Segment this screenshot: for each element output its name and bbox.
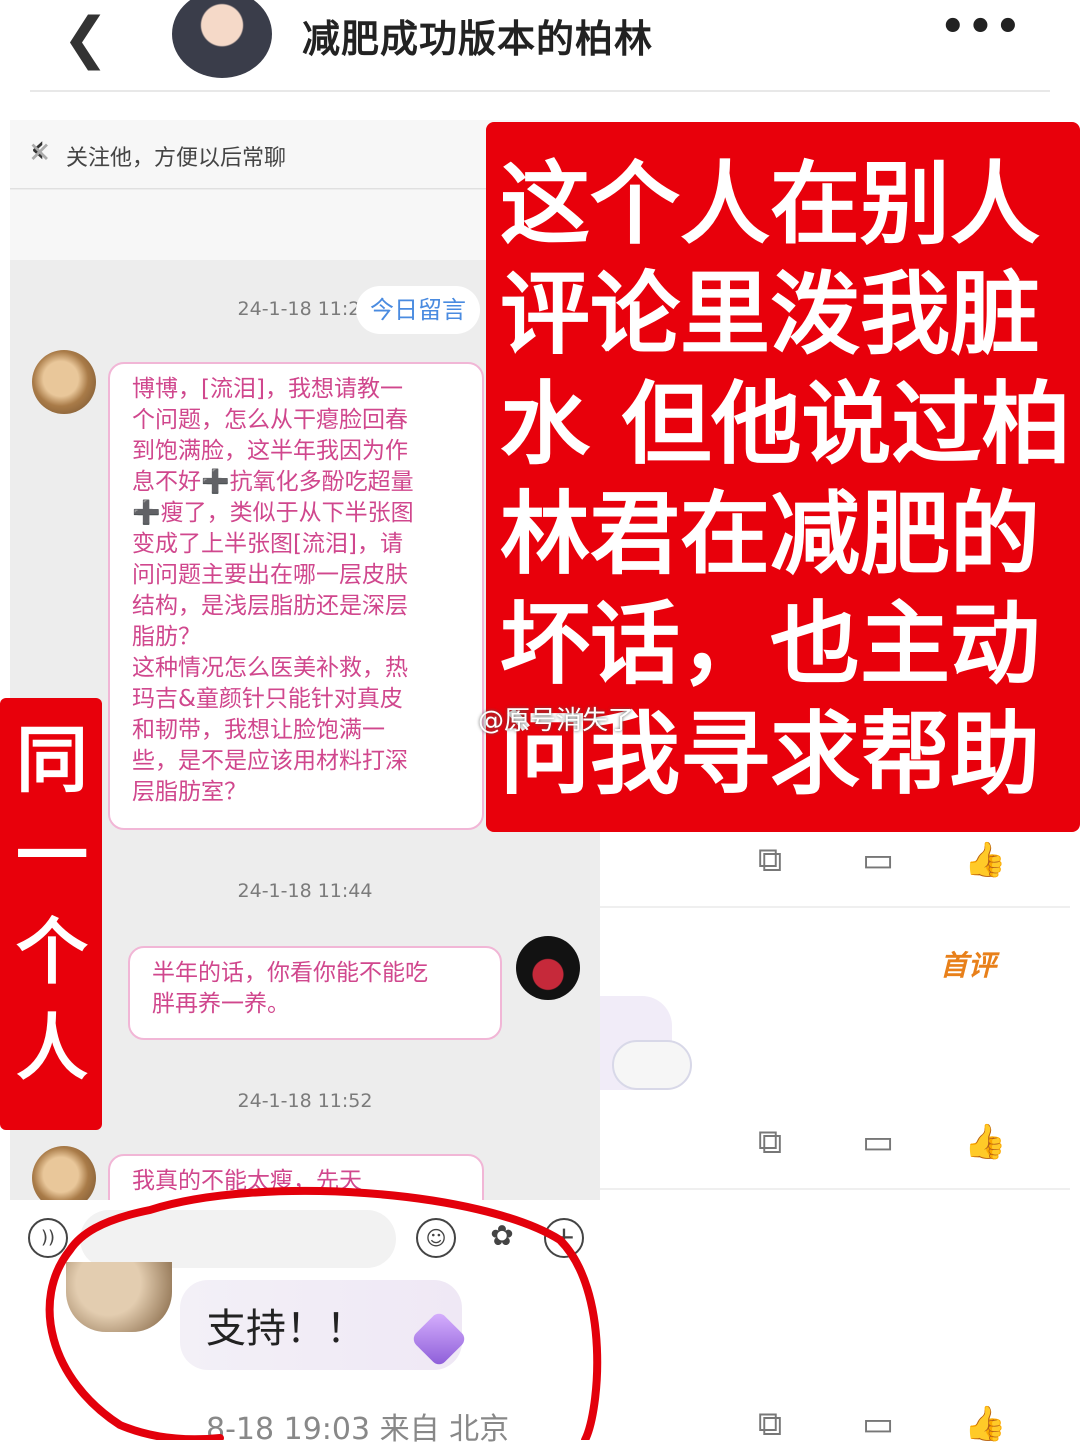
message-line: 结构，是浅层脂肪还是深层	[132, 593, 408, 619]
divider	[600, 906, 1070, 908]
annotation-char: 人	[15, 1006, 88, 1090]
comment-icon[interactable]: ▭	[858, 840, 898, 880]
share-icon[interactable]: ⧉	[750, 1122, 790, 1162]
avatar[interactable]	[516, 936, 580, 1000]
message-line: ➕瘦了，类似于从下半张图	[132, 500, 414, 526]
follow-prompt-text: 关注他，方便以后常聊	[66, 146, 287, 171]
comment-icon[interactable]: ▭	[858, 1122, 898, 1162]
message-line: 和韧带，我想让脸饱满一	[132, 717, 385, 743]
annotation-char: 个	[15, 910, 88, 994]
first-comment-badge: 首评	[940, 949, 997, 982]
like-icon[interactable]: 👍	[964, 840, 1006, 880]
annotation-line: 水 但他说过柏	[500, 372, 1072, 477]
message-line: 变成了上半张图[流泪]，请	[132, 531, 403, 557]
annotation-line: 坏话，也主动	[500, 592, 1040, 697]
message-line: 问问题主要出在哪一层皮肤	[132, 562, 408, 588]
message-line: 半年的话，你看你能不能吃	[152, 960, 428, 986]
share-icon[interactable]: ⧉	[750, 1404, 790, 1444]
header-divider	[30, 90, 1050, 92]
message-line: 个问题，怎么从干瘪脸回春	[132, 407, 408, 433]
message-line: 博博，[流泪]，我想请教一	[132, 376, 403, 402]
close-icon[interactable]: ✕	[28, 136, 51, 169]
bunny-sticker-icon	[612, 1040, 692, 1090]
chat-bubble: 半年的话，你看你能不能吃 胖再养一养。	[128, 946, 502, 1040]
message-line: 玛吉&童颜针只能针对真皮	[132, 686, 403, 712]
message-line: 脂肪？	[132, 624, 201, 650]
chat-bubble: 博博，[流泪]，我想请教一 个问题，怎么从干瘪脸回春 到饱满脸，这半年我因为作 …	[108, 362, 484, 830]
annotation-line: 这个人在别人	[500, 152, 1040, 257]
annotation-char: 同	[15, 718, 88, 802]
message-line: 到饱满脸，这半年我因为作	[132, 438, 408, 464]
message-line: 这种情况怎么医美补救，热	[132, 655, 408, 681]
annotation-char: 一	[15, 814, 88, 898]
weibo-logo-icon	[436, 702, 476, 734]
message-line: 些，是不是应该用材料打深	[132, 748, 408, 774]
message-line: 层脂肪室？	[132, 779, 247, 805]
comment-icon[interactable]: ▭	[858, 1404, 898, 1444]
share-icon[interactable]: ⧉	[750, 840, 790, 880]
avatar[interactable]	[32, 350, 96, 414]
red-circle-scribble	[45, 1186, 602, 1440]
today-message-tag[interactable]: 今日留言	[356, 286, 480, 334]
annotation-line: 评论里泼我脏	[500, 262, 1040, 367]
page-title: 减肥成功版本的柏林	[302, 17, 654, 61]
back-chevron-icon[interactable]: ❮	[62, 6, 109, 71]
message-line: 胖再养一养。	[152, 991, 290, 1017]
like-icon[interactable]: 👍	[964, 1122, 1006, 1162]
watermark: @原号消失了	[478, 706, 635, 736]
annotation-text: 同 一 个 人	[10, 712, 94, 1096]
more-options-icon[interactable]: •••	[940, 4, 1023, 50]
message-line: 息不好➕抗氧化多酚吃超量	[132, 469, 414, 495]
annotation-line: 林君在减肥的	[500, 482, 1040, 587]
divider	[600, 1188, 1070, 1190]
like-icon[interactable]: 👍	[964, 1404, 1006, 1444]
